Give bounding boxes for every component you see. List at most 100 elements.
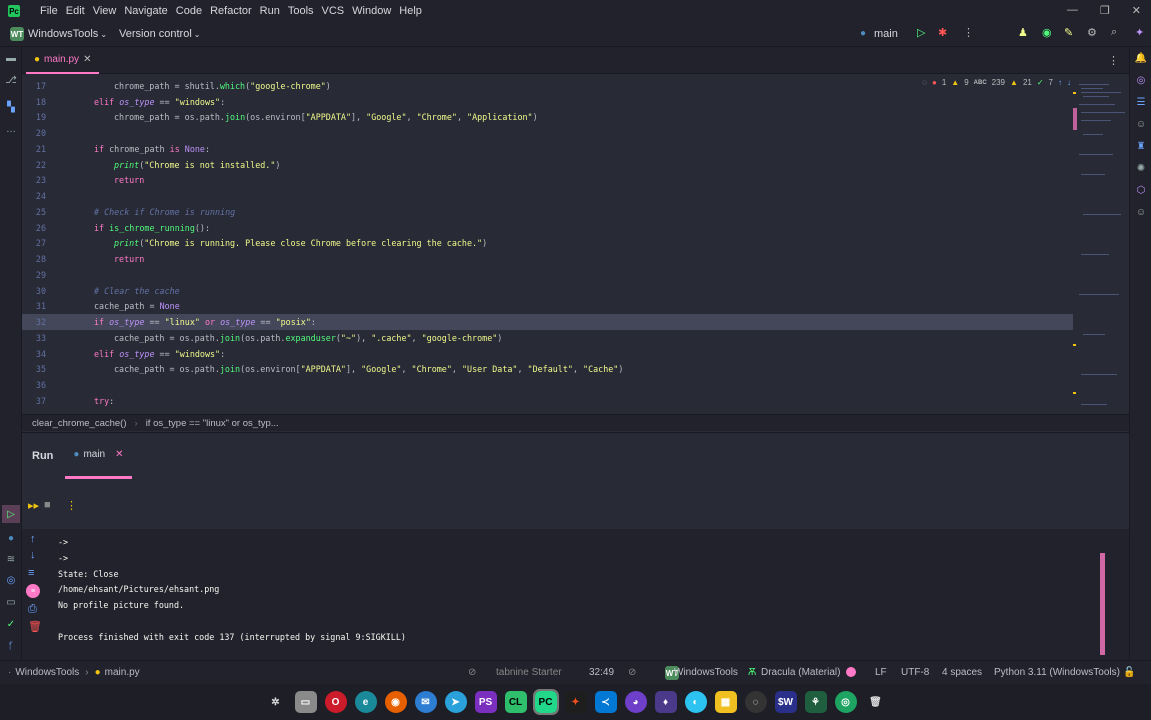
python-interpreter[interactable]: Python 3.11 (WindowsTools): [994, 667, 1120, 678]
rerun-icon[interactable]: ▸▸: [28, 499, 39, 512]
line-separator[interactable]: LF: [875, 667, 887, 678]
vscode-icon[interactable]: ≺: [594, 691, 617, 713]
code-line[interactable]: 23 return: [22, 173, 1077, 189]
collab-icon[interactable]: ♟: [1018, 26, 1028, 39]
checkmark-icon[interactable]: ✓: [4, 617, 18, 631]
more-tools-icon[interactable]: …: [4, 122, 18, 136]
scroll-to-end-icon[interactable]: ≡: [26, 584, 40, 598]
menu-window[interactable]: Window: [352, 5, 391, 17]
clion-icon[interactable]: CL: [504, 691, 527, 713]
firefox-icon[interactable]: ◉: [384, 691, 407, 713]
layers-icon[interactable]: ≋: [4, 552, 18, 566]
arrow-down-icon[interactable]: ↓: [1067, 78, 1071, 87]
run-tab-main[interactable]: ● main ✕: [65, 433, 132, 479]
edge-icon[interactable]: e: [354, 691, 377, 713]
status-file[interactable]: main.py: [105, 667, 140, 678]
code-line[interactable]: 34 elif os_type == "windows":: [22, 346, 1077, 362]
code-line[interactable]: 33 cache_path = os.path.join(os.path.expa…: [22, 330, 1077, 346]
menu-tools[interactable]: Tools: [288, 5, 314, 17]
python-console-icon[interactable]: ●: [4, 531, 18, 545]
opera-icon[interactable]: O: [324, 691, 347, 713]
breadcrumb-condition[interactable]: if os_type == "linux" or os_typ...: [146, 418, 279, 429]
search-icon[interactable]: ⌕: [1111, 26, 1117, 39]
notifications-icon[interactable]: 🔔: [1134, 51, 1148, 65]
code-line[interactable]: 32 if os_type == "linux" or os_type == "p…: [22, 314, 1077, 330]
build-icon[interactable]: ✎: [1064, 26, 1073, 39]
close-run-tab-icon[interactable]: ✕: [115, 449, 123, 460]
lock-icon[interactable]: 🔓: [1123, 667, 1135, 678]
vcs-icon[interactable]: ⎇: [4, 73, 18, 87]
git-icon[interactable]: ⚘: [804, 691, 827, 713]
file-encoding[interactable]: UTF-8: [901, 667, 929, 678]
terminal-icon[interactable]: ▭: [4, 595, 18, 609]
ai-icon[interactable]: ◎: [1134, 73, 1148, 87]
restore-icon[interactable]: ❐: [1100, 4, 1110, 17]
browser-icon[interactable]: ◐: [684, 691, 707, 713]
hex-icon[interactable]: ⬡: [1134, 183, 1148, 197]
project-selector[interactable]: WindowsTools: [28, 28, 98, 40]
code-line[interactable]: 24: [22, 188, 1077, 204]
console-scrollbar[interactable]: [1100, 553, 1105, 655]
tab-options-icon[interactable]: ⋮: [1108, 54, 1119, 67]
code-line[interactable]: 28 return: [22, 251, 1077, 267]
agent-icon[interactable]: ☺: [1134, 205, 1148, 219]
tabnine-status[interactable]: tabnine Starter: [496, 667, 562, 678]
close-tab-icon[interactable]: ✕: [83, 54, 91, 65]
settings-gear-icon[interactable]: ⚙: [1087, 26, 1097, 39]
github-icon[interactable]: ◕: [624, 691, 647, 713]
files-icon[interactable]: ▭: [294, 691, 317, 713]
code-line[interactable]: 37 try:: [22, 393, 1077, 409]
menu-run[interactable]: Run: [260, 5, 280, 17]
code-line[interactable]: 19 chrome_path = os.path.join(os.environ[…: [22, 110, 1077, 126]
breadcrumb-function[interactable]: clear_chrome_cache(): [32, 418, 127, 429]
menu-navigate[interactable]: Navigate: [124, 5, 167, 17]
kde-launcher-icon[interactable]: ✲: [265, 691, 287, 713]
code-line[interactable]: 30 # Clear the cache: [22, 283, 1077, 299]
ai-assistant-icon[interactable]: ✦: [1135, 26, 1144, 39]
sciview-icon[interactable]: ♜: [1134, 139, 1148, 153]
scroll-up-icon[interactable]: ↑: [30, 533, 36, 545]
menu-vcs[interactable]: VCS: [322, 5, 345, 17]
chrome-icon[interactable]: ◎: [834, 691, 857, 713]
accent-dot-icon[interactable]: [846, 667, 856, 677]
menu-file[interactable]: File: [40, 5, 58, 17]
minimap[interactable]: [1073, 74, 1129, 414]
cursor-position[interactable]: 32:49: [589, 667, 614, 678]
menu-refactor[interactable]: Refactor: [210, 5, 252, 17]
menu-view[interactable]: View: [93, 5, 117, 17]
code-line[interactable]: 27 print("Chrome is running. Please close…: [22, 236, 1077, 252]
status-project[interactable]: WindowsTools: [15, 667, 79, 678]
readonly-icon[interactable]: ⊘: [628, 667, 636, 678]
more-options-icon[interactable]: ⋮: [66, 499, 77, 512]
vcs-selector[interactable]: Version control: [119, 28, 192, 40]
indent-setting[interactable]: 4 spaces: [942, 667, 982, 678]
tiles-icon[interactable]: ▦: [714, 691, 737, 713]
code-line[interactable]: 21 if chrome_path is None:: [22, 141, 1077, 157]
code-line[interactable]: 31 cache_path = None: [22, 299, 1077, 315]
telegram-icon[interactable]: ➤: [444, 691, 467, 713]
code-line[interactable]: 29: [22, 267, 1077, 283]
minimize-icon[interactable]: —: [1067, 4, 1078, 17]
run-icon[interactable]: ▷: [917, 26, 925, 39]
close-icon[interactable]: ✕: [1132, 4, 1141, 17]
trash-icon[interactable]: 🗑: [865, 691, 887, 713]
mail-icon[interactable]: ◌: [744, 691, 767, 713]
code-line[interactable]: 18 elif os_type == "windows":: [22, 94, 1077, 110]
code-line[interactable]: 17 chrome_path = shutil.which("google-chr…: [22, 78, 1077, 94]
reader-mode-icon[interactable]: ◌: [922, 78, 927, 87]
status-project2[interactable]: WindowsTools: [674, 667, 738, 678]
inspection-widget[interactable]: ◌ ● 1 ▲ 9 ABC 239 ▲ 21 ✓ 7 ↑ ↓: [922, 78, 1071, 87]
figma-icon[interactable]: ✦: [564, 691, 587, 713]
code-line[interactable]: 25 # Check if Chrome is running: [22, 204, 1077, 220]
debug-icon[interactable]: ✱: [938, 26, 947, 39]
no-inspection-icon[interactable]: ⊘: [468, 667, 476, 678]
phpstorm-icon[interactable]: PS: [474, 691, 497, 713]
tab-main-py[interactable]: ● main.py ✕: [26, 47, 100, 74]
clear-console-icon[interactable]: 🗑: [28, 620, 42, 633]
code-line[interactable]: 35 cache_path = os.path.join(os.environ["…: [22, 362, 1077, 378]
print-icon[interactable]: ⎙: [28, 603, 37, 616]
pycharm-icon[interactable]: PC: [532, 689, 559, 715]
structure-icon[interactable]: ▚: [4, 100, 18, 114]
git-branch-icon[interactable]: ᚶ: [4, 639, 18, 653]
services-icon[interactable]: ◎: [4, 573, 18, 587]
